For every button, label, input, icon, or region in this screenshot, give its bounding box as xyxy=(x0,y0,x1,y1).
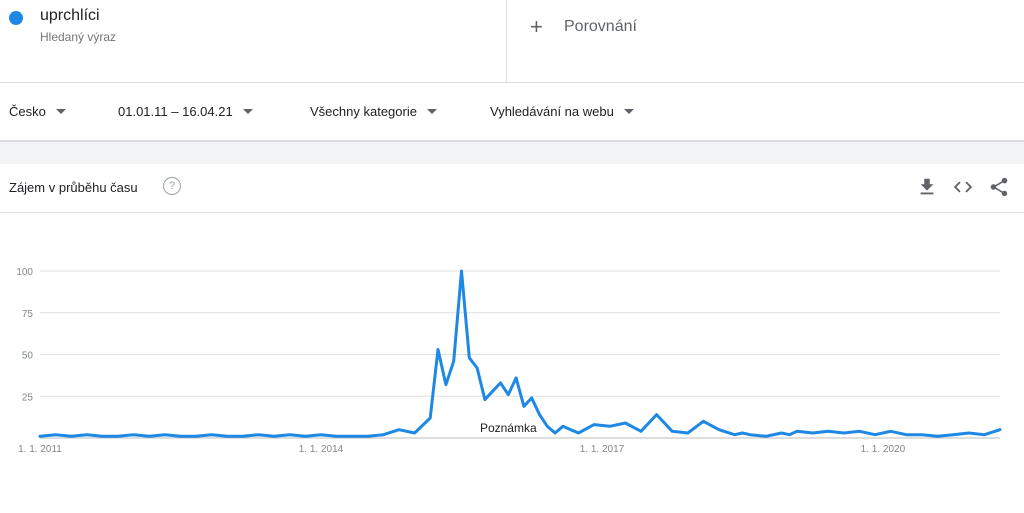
y-tick-label: 25 xyxy=(22,392,34,403)
search-type-dropdown[interactable]: Vyhledávání na webu xyxy=(490,104,634,119)
chevron-down-icon xyxy=(426,109,437,114)
region-dropdown[interactable]: Česko xyxy=(9,104,66,119)
interest-line-chart[interactable]: 25 50 75 100 1. 1. 2011 1. 1. 2014 1. 1. 2017 1… xyxy=(0,213,1024,463)
category-value: Všechny kategorie xyxy=(310,104,417,119)
annotation-label: Poznámka xyxy=(480,421,537,435)
section-divider xyxy=(0,142,1024,164)
chevron-down-icon xyxy=(242,109,253,114)
search-term-name[interactable]: uprchlíci xyxy=(40,7,100,25)
search-header: uprchlíci Hledaný výraz + Porovnání xyxy=(0,0,1024,83)
chevron-down-icon xyxy=(55,109,66,114)
y-tick-label: 75 xyxy=(22,309,34,320)
series-line xyxy=(38,269,1002,438)
y-tick-label: 100 xyxy=(16,267,33,278)
x-tick-label: 1. 1. 2017 xyxy=(580,444,625,455)
time-range-dropdown[interactable]: 01.01.11 – 16.04.21 xyxy=(118,104,253,119)
series-color-dot xyxy=(9,11,23,25)
compare-button[interactable]: + Porovnání xyxy=(530,14,637,40)
category-dropdown[interactable]: Všechny kategorie xyxy=(310,104,437,119)
x-tick-label: 1. 1. 2011 xyxy=(18,444,62,455)
x-tick-label: 1. 1. 2014 xyxy=(299,444,344,455)
x-tick-label: 1. 1. 2020 xyxy=(861,444,906,455)
search-type-value: Vyhledávání na webu xyxy=(490,104,614,119)
filter-bar: Česko 01.01.11 – 16.04.21 Všechny katego… xyxy=(0,83,1024,142)
card-title: Zájem v průběhu času xyxy=(9,180,138,195)
card-header: Zájem v průběhu času ? xyxy=(0,164,1024,213)
embed-icon[interactable] xyxy=(952,176,974,198)
share-icon[interactable] xyxy=(988,176,1010,198)
search-term-subtitle: Hledaný výraz xyxy=(40,30,117,44)
y-tick-label: 50 xyxy=(22,351,34,362)
chevron-down-icon xyxy=(623,109,634,114)
download-icon[interactable] xyxy=(916,176,938,198)
region-value: Česko xyxy=(9,104,46,119)
help-icon[interactable]: ? xyxy=(163,177,181,195)
search-term-card[interactable]: uprchlíci Hledaný výraz xyxy=(0,0,507,82)
compare-label: Porovnání xyxy=(564,18,637,35)
time-range-value: 01.01.11 – 16.04.21 xyxy=(118,104,233,119)
plus-icon: + xyxy=(530,14,543,39)
